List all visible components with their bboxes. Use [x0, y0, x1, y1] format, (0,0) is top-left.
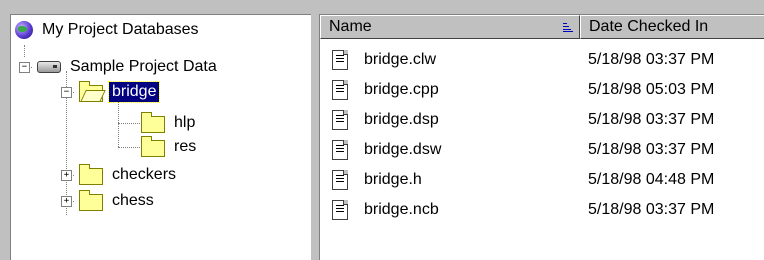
- document-icon: [332, 170, 348, 190]
- document-icon: [332, 200, 348, 220]
- column-header-name[interactable]: Name: [320, 15, 580, 39]
- expand-chess-button[interactable]: +: [61, 196, 72, 207]
- document-icon: [332, 110, 348, 130]
- table-row[interactable]: bridge.cpp 5/18/98 05:03 PM: [320, 75, 764, 105]
- expand-checkers-button[interactable]: +: [61, 170, 72, 181]
- file-name-cell: bridge.dsp: [332, 105, 439, 135]
- tree-root-node[interactable]: My Project Databases: [15, 19, 202, 41]
- open-folder-icon: [79, 80, 103, 102]
- tree-item-label: bridge: [107, 81, 161, 103]
- file-name: bridge.cpp: [364, 81, 439, 98]
- tree-root-label: My Project Databases: [42, 21, 199, 38]
- tree-database-node[interactable]: Sample Project Data: [37, 56, 220, 78]
- file-date: 5/18/98 03:37 PM: [588, 141, 715, 158]
- globe-icon: [15, 21, 33, 39]
- file-name: bridge.ncb: [364, 201, 439, 218]
- collapse-database-button[interactable]: −: [19, 62, 30, 73]
- folder-icon: [141, 111, 165, 133]
- file-date: 5/18/98 03:37 PM: [588, 51, 715, 68]
- tree-item-checkers[interactable]: checkers: [79, 163, 179, 186]
- table-row[interactable]: bridge.ncb 5/18/98 03:37 PM: [320, 195, 764, 225]
- document-icon: [332, 80, 348, 100]
- file-date: 5/18/98 03:37 PM: [588, 111, 715, 128]
- tree-connector: [118, 123, 140, 124]
- file-list[interactable]: Name Date Checked In bridge.clw 5/18/98 …: [319, 14, 764, 260]
- tree-connector: [118, 101, 119, 147]
- column-header-label: Name: [329, 18, 372, 35]
- folder-icon: [141, 135, 165, 157]
- file-date: 5/18/98 04:48 PM: [588, 171, 715, 188]
- pane-splitter[interactable]: [311, 14, 319, 259]
- document-icon: [332, 50, 348, 70]
- collapse-bridge-button[interactable]: −: [61, 87, 72, 98]
- file-name: bridge.dsw: [364, 141, 442, 158]
- column-header-label: Date Checked In: [589, 18, 709, 35]
- tree-item-bridge[interactable]: bridge: [79, 80, 161, 103]
- file-name: bridge.dsp: [364, 111, 439, 128]
- database-drive-icon: [37, 61, 61, 73]
- tree-item-hlp[interactable]: hlp: [141, 111, 198, 134]
- tree-connector: [24, 45, 25, 57]
- sort-ascending-icon: [563, 23, 573, 32]
- folder-icon: [79, 163, 103, 185]
- table-row[interactable]: bridge.dsw 5/18/98 03:37 PM: [320, 135, 764, 165]
- file-name-cell: bridge.dsw: [332, 135, 441, 165]
- file-name: bridge.h: [364, 171, 422, 188]
- file-name-cell: bridge.h: [332, 165, 422, 195]
- tree-item-res[interactable]: res: [141, 135, 199, 158]
- tree-item-label: checkers: [112, 166, 177, 183]
- tree-item-label: chess: [112, 192, 154, 209]
- file-date: 5/18/98 05:03 PM: [588, 81, 715, 98]
- file-date: 5/18/98 03:37 PM: [588, 201, 715, 218]
- project-tree[interactable]: − − + + My Project Databases Sample Proj…: [10, 14, 311, 260]
- file-name-cell: bridge.cpp: [332, 75, 439, 105]
- tree-item-label: hlp: [174, 114, 196, 131]
- table-row[interactable]: bridge.clw 5/18/98 03:37 PM: [320, 45, 764, 75]
- tree-connector: [118, 147, 140, 148]
- tree-database-label: Sample Project Data: [70, 58, 217, 75]
- tree-item-chess[interactable]: chess: [79, 189, 157, 212]
- table-row[interactable]: bridge.dsp 5/18/98 03:37 PM: [320, 105, 764, 135]
- file-name: bridge.clw: [364, 51, 437, 68]
- tree-item-label: res: [174, 138, 197, 155]
- document-icon: [332, 140, 348, 160]
- column-header-date[interactable]: Date Checked In: [580, 15, 764, 39]
- file-name-cell: bridge.clw: [332, 45, 436, 75]
- folder-icon: [79, 189, 103, 211]
- file-name-cell: bridge.ncb: [332, 195, 439, 225]
- table-row[interactable]: bridge.h 5/18/98 04:48 PM: [320, 165, 764, 195]
